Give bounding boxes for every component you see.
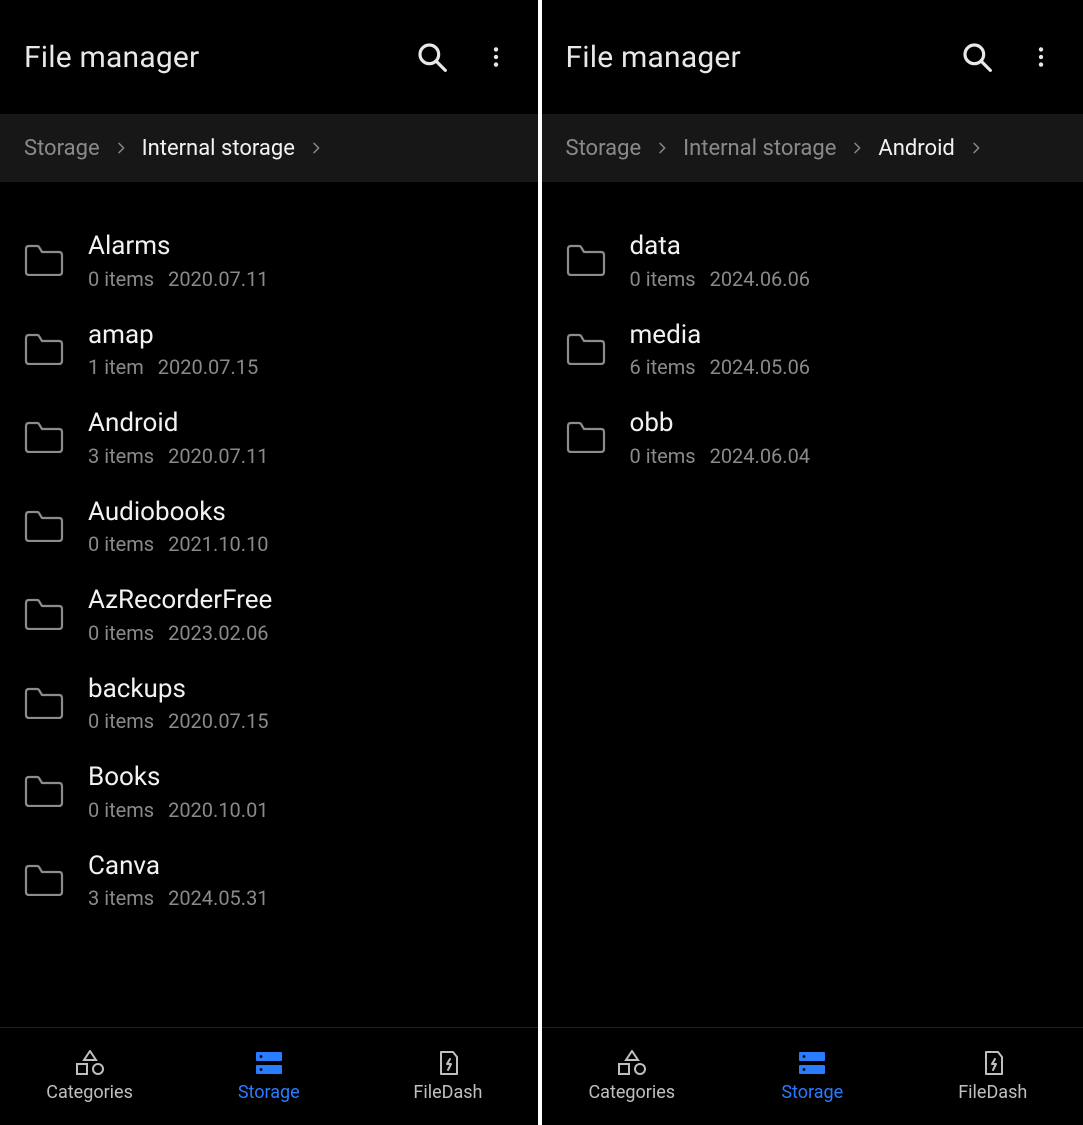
more-icon[interactable]: [1023, 39, 1059, 75]
search-icon[interactable]: [959, 39, 995, 75]
file-list: Alarms 0 items2020.07.11 amap 1 item2020.07…: [0, 182, 538, 1027]
chevron-right-icon: [965, 137, 987, 159]
item-name: data: [630, 230, 811, 263]
folder-icon: [24, 333, 64, 365]
item-meta: 0 items2020.07.11: [88, 267, 269, 291]
list-item[interactable]: media 6 items2024.05.06: [542, 305, 1083, 394]
app-title: File manager: [24, 40, 402, 75]
item-meta: 0 items2024.06.04: [630, 444, 811, 468]
item-name: Books: [88, 761, 269, 794]
list-item[interactable]: obb 0 items2024.06.04: [542, 393, 1083, 482]
categories-icon: [617, 1050, 647, 1076]
chevron-right-icon: [846, 137, 868, 159]
list-item[interactable]: amap 1 item2020.07.15: [0, 305, 538, 394]
item-name: Alarms: [88, 230, 269, 263]
folder-icon: [566, 244, 606, 276]
breadcrumb: Storage Internal storage: [0, 114, 538, 182]
folder-icon: [24, 775, 64, 807]
bottom-nav: Categories Storage FileDash: [0, 1027, 538, 1125]
item-meta: 3 items2020.07.11: [88, 444, 269, 468]
nav-label: FileDash: [413, 1082, 482, 1103]
nav-label: Storage: [781, 1082, 843, 1103]
item-meta: 6 items2024.05.06: [630, 355, 811, 379]
item-name: Canva: [88, 850, 269, 883]
nav-categories[interactable]: Categories: [542, 1028, 723, 1125]
breadcrumb-item[interactable]: Storage: [566, 136, 642, 161]
item-name: backups: [88, 673, 269, 706]
item-name: AzRecorderFree: [88, 584, 272, 617]
filedash-icon: [433, 1050, 463, 1076]
list-item[interactable]: backups 0 items2020.07.15: [0, 659, 538, 748]
chevron-right-icon: [305, 137, 327, 159]
item-meta: 1 item2020.07.15: [88, 355, 258, 379]
list-item[interactable]: Alarms 0 items2020.07.11: [0, 216, 538, 305]
breadcrumb-item[interactable]: Storage: [24, 136, 100, 161]
storage-icon: [254, 1050, 284, 1076]
app-header: File manager: [542, 0, 1083, 114]
item-meta: 0 items2021.10.10: [88, 532, 269, 556]
nav-label: Storage: [238, 1082, 300, 1103]
item-name: Android: [88, 407, 269, 440]
nav-label: Categories: [46, 1082, 133, 1103]
item-name: obb: [630, 407, 811, 440]
app-title: File manager: [566, 40, 948, 75]
more-icon[interactable]: [478, 39, 514, 75]
list-item[interactable]: Audiobooks 0 items2021.10.10: [0, 482, 538, 571]
breadcrumb-item[interactable]: Internal storage: [142, 136, 295, 161]
list-item[interactable]: Canva 3 items2024.05.31: [0, 836, 538, 925]
nav-label: Categories: [588, 1082, 675, 1103]
chevron-right-icon: [651, 137, 673, 159]
breadcrumb: Storage Internal storage Android: [542, 114, 1083, 182]
item-name: amap: [88, 319, 258, 352]
folder-icon: [566, 333, 606, 365]
list-item[interactable]: Books 0 items2020.10.01: [0, 747, 538, 836]
list-item[interactable]: Android 3 items2020.07.11: [0, 393, 538, 482]
folder-icon: [24, 244, 64, 276]
item-meta: 0 items2024.06.06: [630, 267, 811, 291]
item-meta: 0 items2020.07.15: [88, 709, 269, 733]
left-screenshot: File manager Storage Internal storage Ala…: [0, 0, 542, 1125]
bottom-nav: Categories Storage FileDash: [542, 1027, 1083, 1125]
list-item[interactable]: AzRecorderFree 0 items2023.02.06: [0, 570, 538, 659]
folder-icon: [24, 864, 64, 896]
folder-icon: [566, 421, 606, 453]
folder-icon: [24, 687, 64, 719]
item-name: media: [630, 319, 811, 352]
nav-filedash[interactable]: FileDash: [358, 1028, 537, 1125]
filedash-icon: [978, 1050, 1008, 1076]
nav-categories[interactable]: Categories: [0, 1028, 179, 1125]
folder-icon: [24, 510, 64, 542]
breadcrumb-item[interactable]: Internal storage: [683, 136, 836, 161]
nav-storage[interactable]: Storage: [722, 1028, 903, 1125]
list-item[interactable]: data 0 items2024.06.06: [542, 216, 1083, 305]
nav-storage[interactable]: Storage: [179, 1028, 358, 1125]
item-meta: 0 items2023.02.06: [88, 621, 272, 645]
item-meta: 3 items2024.05.31: [88, 886, 269, 910]
storage-icon: [797, 1050, 827, 1076]
item-meta: 0 items2020.10.01: [88, 798, 269, 822]
folder-icon: [24, 598, 64, 630]
right-screenshot: File manager Storage Internal storage Andr…: [542, 0, 1083, 1125]
folder-icon: [24, 421, 64, 453]
file-list: data 0 items2024.06.06 media 6 items2024.05…: [542, 182, 1083, 1027]
search-icon[interactable]: [414, 39, 450, 75]
item-name: Audiobooks: [88, 496, 269, 529]
nav-filedash[interactable]: FileDash: [903, 1028, 1083, 1125]
app-header: File manager: [0, 0, 538, 114]
categories-icon: [75, 1050, 105, 1076]
nav-label: FileDash: [958, 1082, 1027, 1103]
chevron-right-icon: [110, 137, 132, 159]
breadcrumb-item[interactable]: Android: [878, 136, 954, 161]
